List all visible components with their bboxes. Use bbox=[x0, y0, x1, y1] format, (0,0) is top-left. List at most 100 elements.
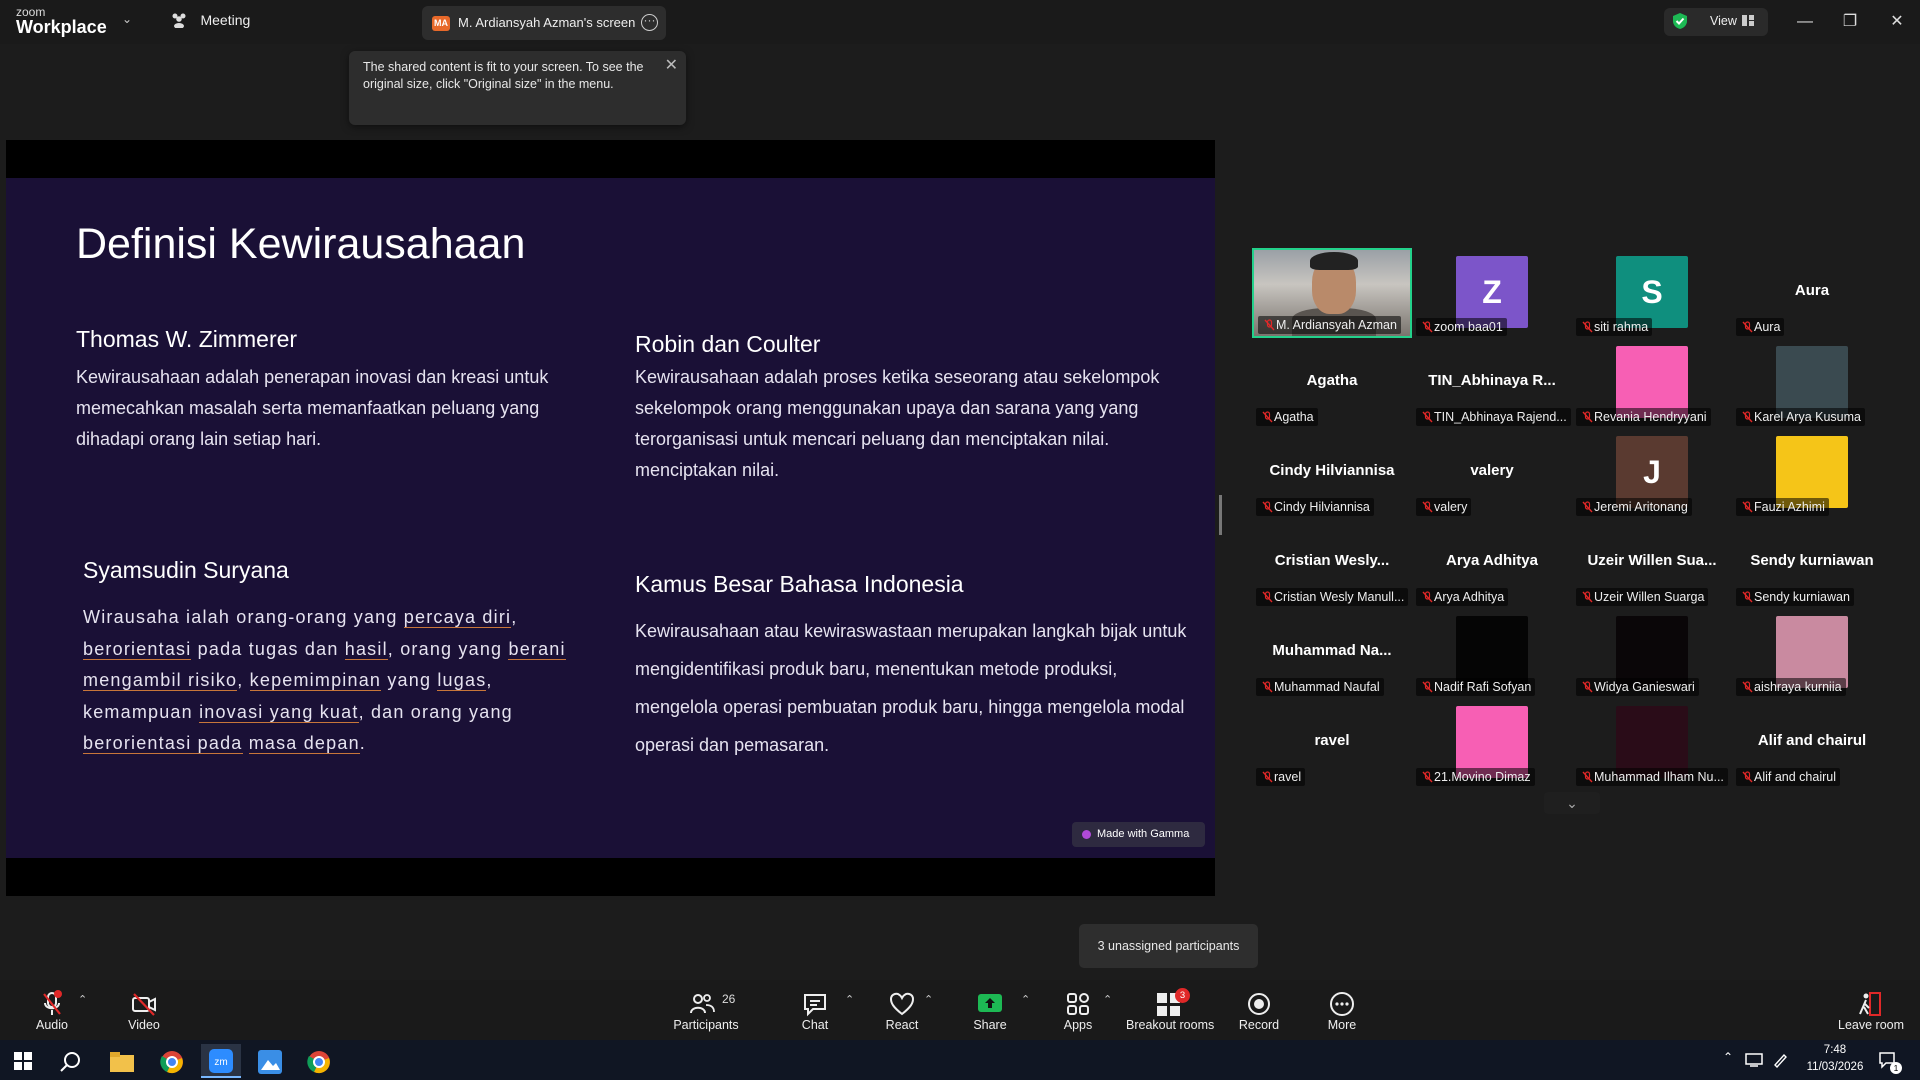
meeting-menu[interactable]: Meeting bbox=[170, 12, 250, 30]
participant-name: Revania Hendryyani bbox=[1594, 410, 1707, 424]
participant-tile[interactable]: Nadif Rafi Sofyan bbox=[1412, 608, 1572, 698]
participant-tile[interactable]: M. Ardiansyah Azman bbox=[1252, 248, 1412, 338]
chevron-up-icon[interactable]: ⌃ bbox=[1021, 993, 1030, 1006]
participant-tile[interactable]: Zzoom baa01 bbox=[1412, 248, 1572, 338]
participant-tile[interactable]: Arya Adhitya Arya Adhitya bbox=[1412, 518, 1572, 608]
participant-name-label: TIN_Abhinaya Rajend... bbox=[1416, 408, 1571, 426]
participant-tile[interactable]: Aura Aura bbox=[1732, 248, 1892, 338]
mic-muted-icon bbox=[1582, 771, 1593, 783]
share-button[interactable]: Share bbox=[968, 980, 1012, 1040]
video-button[interactable]: Video bbox=[120, 980, 168, 1040]
record-icon bbox=[1248, 993, 1270, 1015]
record-button[interactable]: Record bbox=[1237, 980, 1281, 1040]
participant-tile[interactable]: Uzeir Willen Sua... Uzeir Willen Suarga bbox=[1572, 518, 1732, 608]
participant-display-name: Arya Adhitya bbox=[1446, 552, 1538, 569]
section-body: Kewirausahaan adalah penerapan inovasi d… bbox=[76, 367, 549, 449]
mic-muted-icon bbox=[1582, 501, 1593, 513]
record-label: Record bbox=[1238, 1018, 1280, 1032]
made-with-gamma-badge[interactable]: Made with Gamma bbox=[1072, 822, 1205, 847]
section-heading: Robin dan Coulter bbox=[635, 331, 821, 357]
participant-tile[interactable]: Revania Hendryyani bbox=[1572, 338, 1732, 428]
react-button[interactable]: React bbox=[880, 980, 924, 1040]
unassigned-participants-tooltip: 3 unassigned participants bbox=[1079, 924, 1258, 968]
fit-screen-tooltip: The shared content is fit to your screen… bbox=[349, 51, 686, 125]
chevron-up-icon[interactable]: ⌃ bbox=[78, 993, 87, 1006]
text-run bbox=[243, 733, 249, 753]
participant-display-name: TIN_Abhinaya R... bbox=[1428, 372, 1556, 389]
restore-icon[interactable]: ❐ bbox=[1838, 10, 1862, 34]
leave-room-button[interactable]: Leave room bbox=[1838, 980, 1904, 1040]
text-run: Wirausaha ialah orang-orang yang bbox=[83, 607, 404, 627]
participant-name: Arya Adhitya bbox=[1434, 590, 1505, 604]
underlined-text: hasil bbox=[344, 638, 388, 660]
participant-tile[interactable]: Muhammad Na... Muhammad Naufal bbox=[1252, 608, 1412, 698]
clock-date: 11/03/2026 bbox=[1806, 1061, 1864, 1073]
participant-tile[interactable]: ravel ravel bbox=[1252, 698, 1412, 788]
participant-tile[interactable]: valery valery bbox=[1412, 428, 1572, 518]
pen-icon[interactable] bbox=[1772, 1052, 1788, 1068]
apps-button[interactable]: Apps bbox=[1058, 980, 1098, 1040]
participant-tile[interactable]: Fauzi Azhimi bbox=[1732, 428, 1892, 518]
photos-app-icon[interactable] bbox=[258, 1050, 282, 1074]
participant-tile[interactable]: Cindy Hilviannisa Cindy Hilviannisa bbox=[1252, 428, 1412, 518]
participant-name: Widya Ganieswari bbox=[1594, 680, 1695, 694]
mic-muted-icon bbox=[1742, 771, 1753, 783]
participant-name-label: valery bbox=[1416, 498, 1472, 516]
search-icon[interactable] bbox=[60, 1051, 82, 1073]
participants-button[interactable]: 26 Participants bbox=[672, 980, 740, 1040]
participant-tile[interactable]: Agatha Agatha bbox=[1252, 338, 1412, 428]
chevron-up-icon[interactable]: ⌃ bbox=[924, 993, 933, 1006]
system-clock[interactable]: 7:48 11/03/2026 bbox=[1795, 1042, 1875, 1076]
text-run: . bbox=[359, 733, 366, 753]
chevron-down-icon[interactable]: ⌄ bbox=[122, 12, 132, 26]
clock-time: 7:48 bbox=[1823, 1044, 1847, 1056]
participant-tile[interactable]: TIN_Abhinaya R... TIN_Abhinaya Rajend... bbox=[1412, 338, 1572, 428]
audio-button[interactable]: Audio bbox=[28, 980, 76, 1040]
participant-tile[interactable]: Alif and chairul Alif and chairul bbox=[1732, 698, 1892, 788]
participant-name-label: Karel Arya Kusuma bbox=[1736, 408, 1865, 426]
participant-name-label: Cristian Wesly Manull... bbox=[1256, 588, 1409, 606]
minimize-icon[interactable]: — bbox=[1793, 10, 1817, 34]
network-icon[interactable] bbox=[1745, 1053, 1763, 1067]
chevron-up-icon[interactable]: ⌃ bbox=[845, 993, 854, 1006]
close-icon[interactable]: ✕ bbox=[665, 55, 678, 75]
participant-tile[interactable]: J Jeremi Aritonang bbox=[1572, 428, 1732, 518]
close-icon[interactable]: ✕ bbox=[1885, 10, 1909, 34]
section-heading: Thomas W. Zimmerer bbox=[76, 326, 298, 352]
more-label: More bbox=[1327, 1018, 1357, 1032]
participant-tile[interactable]: Sendy kurniawan Sendy kurniawan bbox=[1732, 518, 1892, 608]
chrome-icon[interactable] bbox=[160, 1050, 184, 1074]
chrome-icon[interactable] bbox=[307, 1050, 331, 1074]
participant-tile[interactable]: Ssiti rahma bbox=[1572, 248, 1732, 338]
chevron-up-icon[interactable]: ⌃ bbox=[1723, 1050, 1733, 1064]
participant-tile[interactable]: Cristian Wesly... Cristian Wesly Manull..… bbox=[1252, 518, 1412, 608]
more-button[interactable]: More bbox=[1320, 980, 1364, 1040]
brand-line2: Workplace bbox=[16, 17, 107, 37]
audio-label: Audio bbox=[36, 1018, 68, 1032]
participant-display-name: Aura bbox=[1794, 282, 1830, 299]
more-options-icon[interactable]: ··· bbox=[641, 14, 658, 31]
participant-name-label: aishraya kurniia bbox=[1736, 678, 1846, 696]
slide: Definisi Kewirausahaan Thomas W. Zimmere… bbox=[6, 178, 1215, 858]
participant-display-name: Alif and chairul bbox=[1757, 732, 1867, 749]
share-tab-initials: MA bbox=[432, 16, 450, 31]
participant-tile[interactable]: Muhammad Ilham Nu... bbox=[1572, 698, 1732, 788]
participant-name-label: 21.Movino Dimaz bbox=[1416, 768, 1535, 786]
participant-tile[interactable]: Karel Arya Kusuma bbox=[1732, 338, 1892, 428]
section-heading: Syamsudin Suryana bbox=[83, 557, 289, 583]
grid-icon bbox=[1742, 15, 1754, 26]
participant-name-label: Widya Ganieswari bbox=[1576, 678, 1699, 696]
chat-button[interactable]: Chat bbox=[795, 980, 835, 1040]
breakout-rooms-button[interactable]: 3 Breakout rooms bbox=[1126, 980, 1214, 1040]
chevron-down-icon[interactable]: ⌄ bbox=[1544, 792, 1600, 814]
participant-tile[interactable]: Widya Ganieswari bbox=[1572, 608, 1732, 698]
participant-name: Agatha bbox=[1274, 410, 1314, 424]
panel-resize-handle[interactable] bbox=[1219, 495, 1222, 535]
underlined-text: berorientasi bbox=[83, 638, 192, 660]
windows-start-icon[interactable] bbox=[14, 1052, 32, 1070]
mic-muted-icon bbox=[1422, 501, 1433, 513]
file-explorer-icon[interactable] bbox=[110, 1052, 134, 1072]
participant-tile[interactable]: 21.Movino Dimaz bbox=[1412, 698, 1572, 788]
participant-tile[interactable]: aishraya kurniia bbox=[1732, 608, 1892, 698]
chevron-up-icon[interactable]: ⌃ bbox=[1103, 993, 1112, 1006]
